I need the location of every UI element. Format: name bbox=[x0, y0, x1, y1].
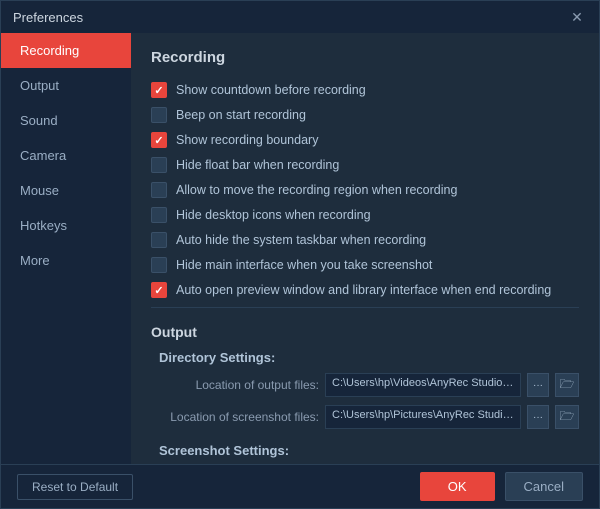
sidebar-item-camera[interactable]: Camera bbox=[1, 138, 131, 173]
checkboxes-container: Show countdown before recording Beep on s… bbox=[151, 82, 579, 298]
recording-section-title: Recording bbox=[151, 49, 579, 70]
screenshot-files-folder-button[interactable]: 🗁 bbox=[555, 405, 579, 429]
main-panel: Recording Show countdown before recordin… bbox=[131, 33, 599, 464]
checkbox-label-autoopen: Auto open preview window and library int… bbox=[176, 283, 551, 297]
checkbox-taskbar[interactable] bbox=[151, 232, 167, 248]
close-button[interactable]: ✕ bbox=[567, 7, 587, 27]
sidebar-item-mouse[interactable]: Mouse bbox=[1, 173, 131, 208]
sidebar-item-sound[interactable]: Sound bbox=[1, 103, 131, 138]
checkbox-row-maininterface: Hide main interface when you take screen… bbox=[151, 257, 579, 273]
checkbox-row-floatbar: Hide float bar when recording bbox=[151, 157, 579, 173]
checkbox-label-taskbar: Auto hide the system taskbar when record… bbox=[176, 233, 426, 247]
folder-icon: 🗁 bbox=[560, 375, 575, 396]
checkbox-desktopicons[interactable] bbox=[151, 207, 167, 223]
checkbox-label-moveregion: Allow to move the recording region when … bbox=[176, 183, 457, 197]
divider bbox=[151, 307, 579, 308]
screenshot-files-row: Location of screenshot files: C:\Users\h… bbox=[159, 405, 579, 429]
checkbox-row-beep: Beep on start recording bbox=[151, 107, 579, 123]
checkbox-label-floatbar: Hide float bar when recording bbox=[176, 158, 339, 172]
screenshot-files-input[interactable]: C:\Users\hp\Pictures\AnyRec Studio\AnyRe… bbox=[325, 405, 521, 429]
checkbox-floatbar[interactable] bbox=[151, 157, 167, 173]
sidebar-item-recording[interactable]: Recording bbox=[1, 33, 131, 68]
output-files-folder-button[interactable]: 🗁 bbox=[555, 373, 579, 397]
checkbox-maininterface[interactable] bbox=[151, 257, 167, 273]
checkbox-autoopen[interactable] bbox=[151, 282, 167, 298]
preferences-window: Preferences ✕ Recording Output Sound Cam… bbox=[0, 0, 600, 509]
checkbox-row-autoopen: Auto open preview window and library int… bbox=[151, 282, 579, 298]
screenshot-settings-title: Screenshot Settings: bbox=[159, 443, 579, 458]
screenshot-files-label: Location of screenshot files: bbox=[159, 410, 319, 424]
output-files-row: Location of output files: C:\Users\hp\Vi… bbox=[159, 373, 579, 397]
folder-icon: 🗁 bbox=[560, 407, 575, 428]
checkbox-row-taskbar: Auto hide the system taskbar when record… bbox=[151, 232, 579, 248]
footer-right: OK Cancel bbox=[420, 472, 583, 501]
ok-button[interactable]: OK bbox=[420, 472, 495, 501]
checkbox-row-countdown: Show countdown before recording bbox=[151, 82, 579, 98]
sidebar: Recording Output Sound Camera Mouse Hotk… bbox=[1, 33, 131, 464]
output-files-label: Location of output files: bbox=[159, 378, 319, 392]
output-files-dots-button[interactable]: ··· bbox=[527, 373, 549, 397]
checkbox-row-boundary: Show recording boundary bbox=[151, 132, 579, 148]
checkbox-label-beep: Beep on start recording bbox=[176, 108, 306, 122]
checkbox-moveregion[interactable] bbox=[151, 182, 167, 198]
checkbox-label-countdown: Show countdown before recording bbox=[176, 83, 366, 97]
content-area: Recording Output Sound Camera Mouse Hotk… bbox=[1, 33, 599, 464]
output-files-input[interactable]: C:\Users\hp\Videos\AnyRec Studio\AnyRec … bbox=[325, 373, 521, 397]
screenshot-files-dots-button[interactable]: ··· bbox=[527, 405, 549, 429]
titlebar: Preferences ✕ bbox=[1, 1, 599, 33]
sidebar-item-output[interactable]: Output bbox=[1, 68, 131, 103]
checkbox-countdown[interactable] bbox=[151, 82, 167, 98]
checkbox-beep[interactable] bbox=[151, 107, 167, 123]
checkbox-row-moveregion: Allow to move the recording region when … bbox=[151, 182, 579, 198]
checkbox-label-boundary: Show recording boundary bbox=[176, 133, 318, 147]
output-section-title: Output bbox=[151, 324, 579, 340]
directory-settings-title: Directory Settings: bbox=[159, 350, 579, 365]
titlebar-title: Preferences bbox=[13, 10, 83, 25]
reset-button[interactable]: Reset to Default bbox=[17, 474, 133, 500]
sidebar-item-hotkeys[interactable]: Hotkeys bbox=[1, 208, 131, 243]
checkbox-label-desktopicons: Hide desktop icons when recording bbox=[176, 208, 371, 222]
sidebar-item-more[interactable]: More bbox=[1, 243, 131, 278]
cancel-button[interactable]: Cancel bbox=[505, 472, 583, 501]
checkbox-boundary[interactable] bbox=[151, 132, 167, 148]
checkbox-label-maininterface: Hide main interface when you take screen… bbox=[176, 258, 432, 272]
footer: Reset to Default OK Cancel bbox=[1, 464, 599, 508]
checkbox-row-desktopicons: Hide desktop icons when recording bbox=[151, 207, 579, 223]
